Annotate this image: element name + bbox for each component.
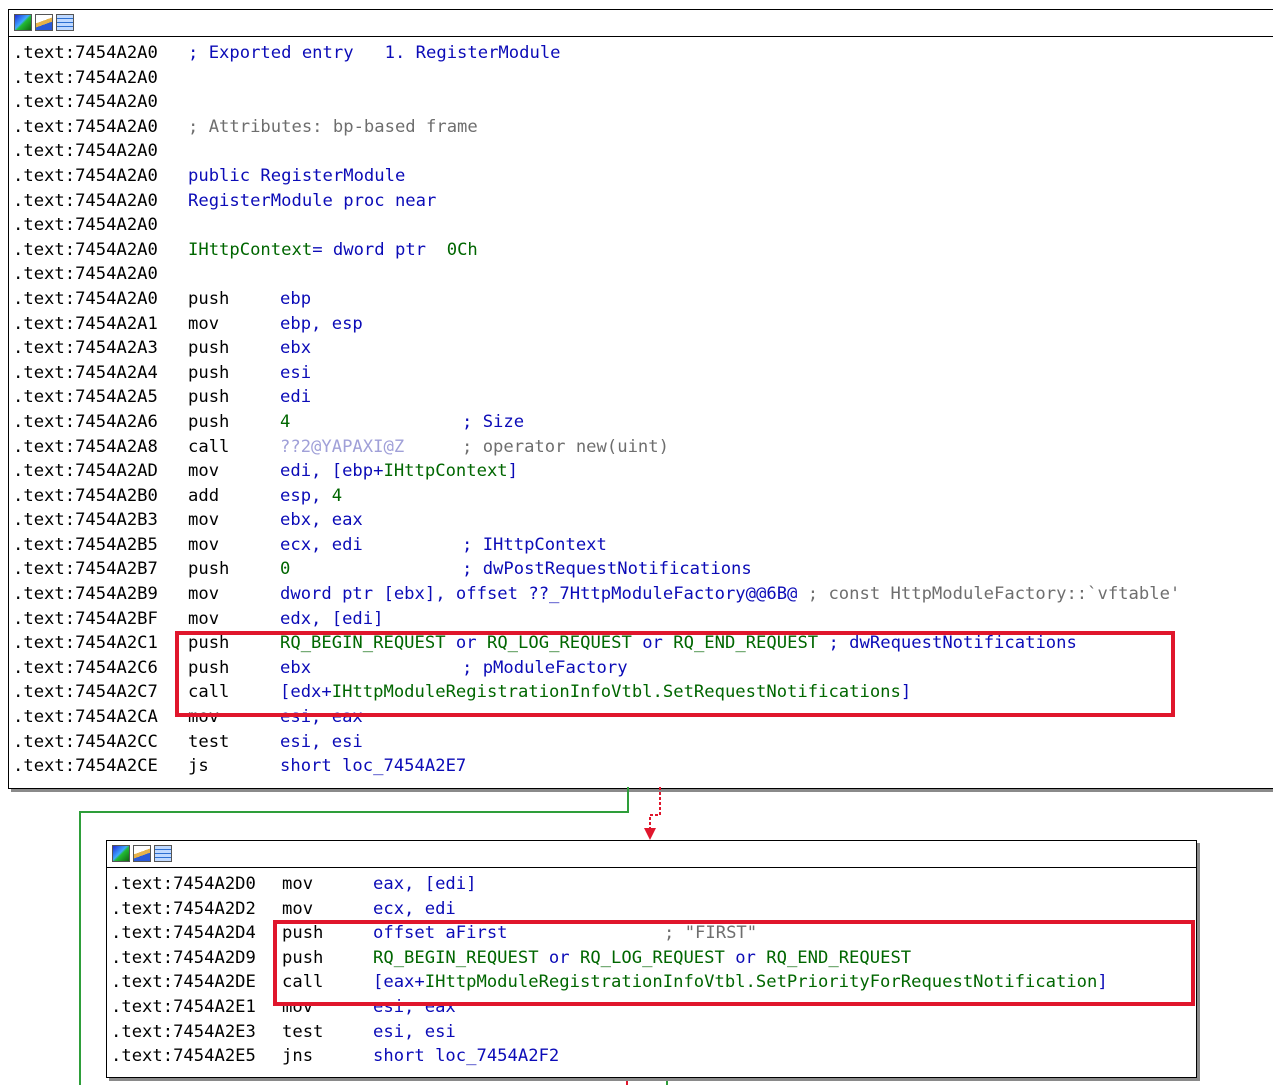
- operand-token: IHttpModuleRegistrationInfoVtbl.SetPrior…: [424, 972, 1098, 993]
- address: .text:7454A2D2: [111, 898, 256, 919]
- operand-token: or: [724, 947, 767, 968]
- code-line[interactable]: .text:7454A2E1 mov esi, eax: [111, 995, 1196, 1020]
- node-toolbar: [107, 841, 1196, 868]
- address: .text:7454A2D0: [111, 874, 256, 894]
- code-line[interactable]: .text:7454A2D2 mov ecx, edi: [111, 897, 1196, 922]
- mnemonic: test: [282, 1021, 324, 1042]
- operands: RQ_BEGIN_REQUEST or RQ_LOG_REQUEST or RQ…: [373, 946, 911, 971]
- operand-token: RQ_BEGIN_REQUEST: [373, 947, 539, 968]
- code-line[interactable]: .text:7454A2D0 mov eax, [edi]: [111, 872, 1196, 897]
- operand-token: [eax+: [373, 972, 425, 993]
- operand-token: or: [538, 947, 580, 968]
- address: .text:7454A2DE: [111, 972, 256, 993]
- graph-node-set-priority[interactable]: .text:7454A2D0 mov eax, [edi] .text:7454A2D…: [106, 840, 1197, 1078]
- disassembly-listing: .text:7454A2D0 mov eax, [edi] .text:7454A2D…: [107, 868, 1196, 1069]
- code-line[interactable]: .text:7454A2DE call [eax+IHttpModuleRegist…: [111, 970, 1196, 995]
- operands: esi, esi: [373, 1020, 456, 1045]
- operands: esi, eax: [373, 995, 456, 1020]
- edit-node-icon[interactable]: [133, 845, 151, 862]
- mnemonic: mov: [282, 874, 314, 894]
- edge-arrow-icon: [644, 828, 656, 840]
- address: .text:7454A2D9: [111, 947, 256, 968]
- code-line[interactable]: .text:7454A2E3 test esi, esi: [111, 1020, 1196, 1045]
- operands: eax, [edi]: [373, 872, 476, 897]
- edge-false-branch: [649, 787, 661, 832]
- code-line[interactable]: .text:7454A2D9 push RQ_BEGIN_REQUEST or RQ…: [111, 946, 1196, 971]
- operand-token: RQ_LOG_REQUEST: [579, 947, 725, 968]
- graph-overview-icon[interactable]: [112, 845, 130, 862]
- address: .text:7454A2E5: [111, 1046, 256, 1067]
- mnemonic: push: [282, 947, 324, 968]
- operand-token: short loc_7454A2F2: [373, 1046, 560, 1067]
- operand-token: ecx, edi: [373, 898, 456, 919]
- operand-token: eax, [edi]: [373, 874, 477, 894]
- operands: short loc_7454A2F2: [373, 1044, 559, 1069]
- address: .text:7454A2E3: [111, 1021, 256, 1042]
- code-line[interactable]: .text:7454A2E5 jns short loc_7454A2F2: [111, 1044, 1196, 1069]
- operand-token: offset aFirst: [373, 923, 508, 944]
- operand-token: ]: [1097, 972, 1108, 993]
- comment-token: ; "FIRST": [664, 923, 758, 944]
- operands: [eax+IHttpModuleRegistrationInfoVtbl.Set…: [373, 970, 1108, 995]
- mnemonic: call: [282, 972, 324, 993]
- operand-token: esi, eax: [373, 996, 456, 1017]
- comment: ; "FIRST": [664, 921, 757, 946]
- operands: offset aFirst: [373, 921, 508, 946]
- address: .text:7454A2D4: [111, 923, 256, 944]
- operands: ecx, edi: [373, 897, 456, 922]
- mnemonic: mov: [282, 996, 314, 1017]
- address: .text:7454A2E1: [111, 996, 256, 1017]
- operand-token: RQ_END_REQUEST: [766, 947, 912, 968]
- mnemonic: mov: [282, 898, 314, 919]
- operand-token: esi, esi: [373, 1021, 456, 1042]
- text-view-icon[interactable]: [154, 845, 172, 862]
- mnemonic: push: [282, 923, 324, 944]
- mnemonic: jns: [282, 1046, 314, 1067]
- code-line[interactable]: .text:7454A2D4 push offset aFirst ; "FIRST": [111, 921, 1196, 946]
